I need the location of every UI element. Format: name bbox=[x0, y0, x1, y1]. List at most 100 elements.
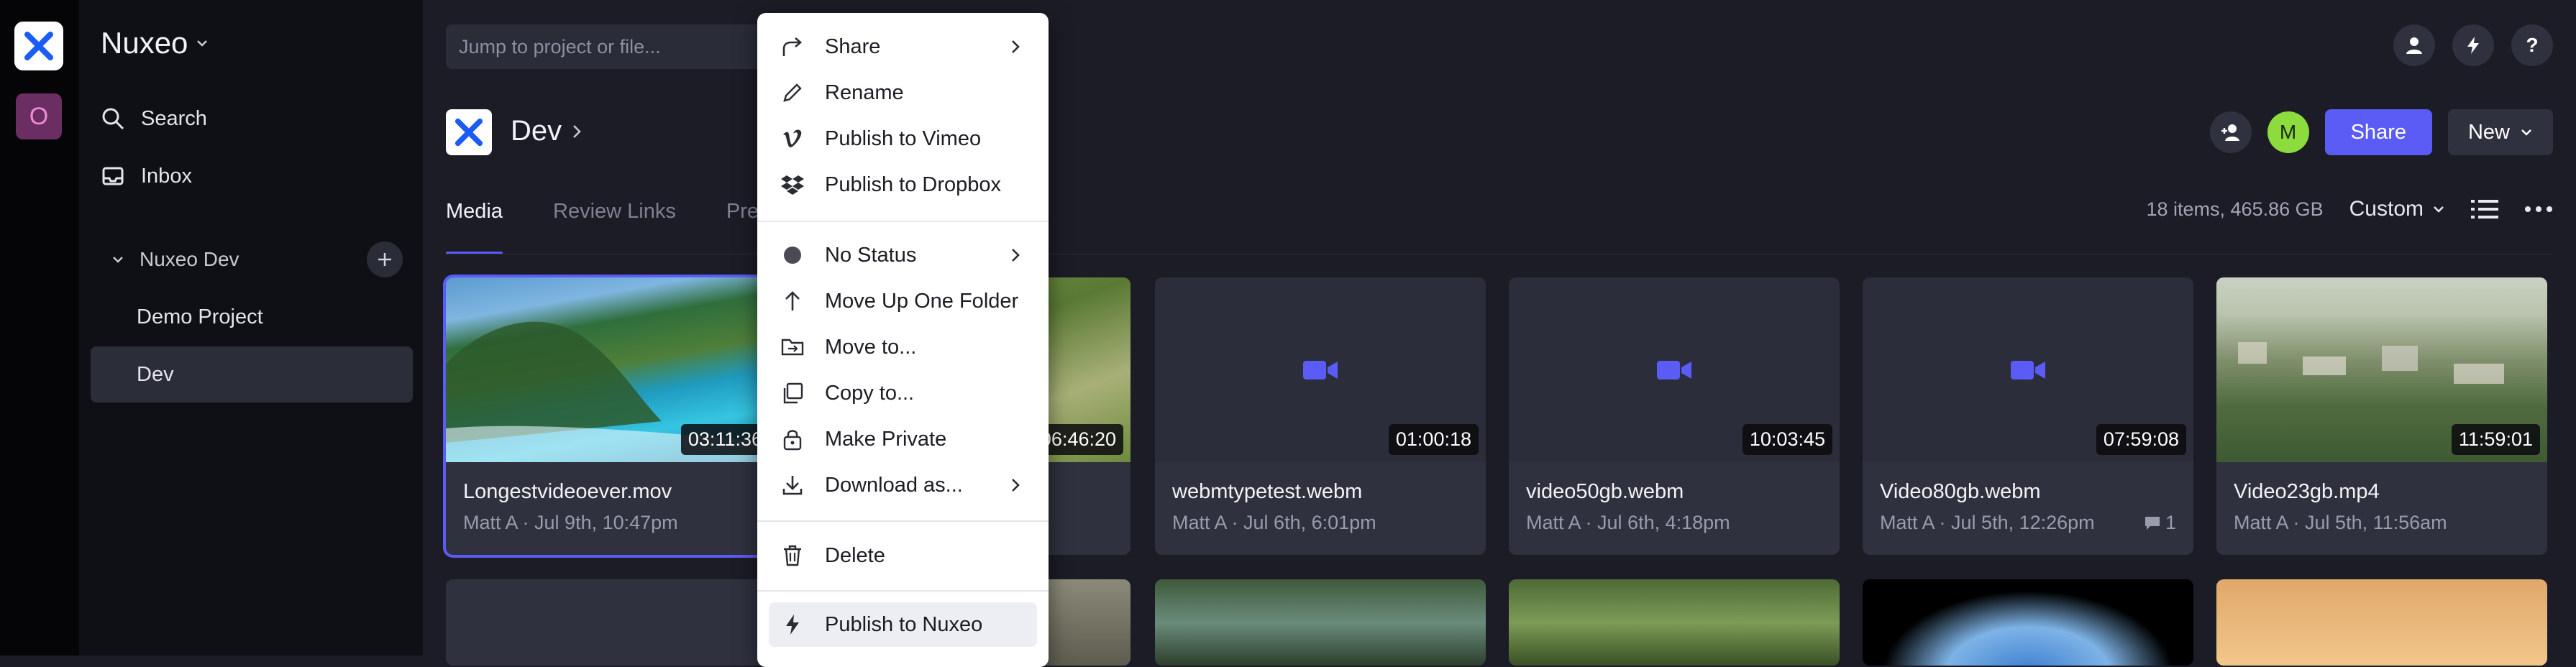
asset-card[interactable] bbox=[446, 579, 777, 666]
duration-badge: 11:59:01 bbox=[2451, 424, 2540, 455]
sort-label: Custom bbox=[2349, 197, 2424, 221]
project-breadcrumb[interactable]: Dev bbox=[511, 115, 583, 147]
pencil-icon bbox=[780, 80, 805, 105]
duration-badge: 07:59:08 bbox=[2096, 424, 2186, 455]
tab-media[interactable]: Media bbox=[446, 200, 503, 254]
menu-item-move-up[interactable]: Move Up One Folder bbox=[769, 279, 1037, 323]
status-dot-icon bbox=[780, 243, 805, 267]
sidebar-inbox-label: Inbox bbox=[141, 164, 192, 188]
asset-card[interactable] bbox=[2216, 579, 2547, 666]
more-options-icon[interactable] bbox=[2524, 206, 2553, 213]
menu-divider bbox=[757, 221, 1049, 222]
menu-divider bbox=[757, 590, 1049, 592]
chevron-down-icon bbox=[113, 257, 123, 263]
user-avatar[interactable]: M bbox=[2267, 111, 2309, 153]
search-icon bbox=[102, 108, 124, 130]
menu-item-label: Publish to Nuxeo bbox=[825, 612, 983, 636]
add-project-button[interactable] bbox=[367, 242, 403, 277]
main-area: Jump to project or file... ? Dev M Share… bbox=[423, 0, 2576, 666]
menu-item-publish-dropbox[interactable]: Publish to Dropbox bbox=[769, 162, 1037, 207]
comment-icon bbox=[2145, 516, 2160, 530]
menu-item-publish-nuxeo[interactable]: Publish to Nuxeo bbox=[769, 602, 1037, 647]
menu-divider bbox=[757, 520, 1049, 522]
share-button[interactable]: Share bbox=[2324, 109, 2432, 155]
tab-bar: Media Review Links Prese bbox=[446, 200, 781, 254]
menu-item-label: Move to... bbox=[825, 335, 917, 359]
menu-item-publish-vimeo[interactable]: Publish to Vimeo bbox=[769, 116, 1037, 161]
video-camera-icon bbox=[2011, 360, 2045, 380]
profile-icon[interactable] bbox=[2393, 24, 2435, 66]
menu-item-status[interactable]: No Status bbox=[769, 233, 1037, 277]
help-icon[interactable]: ? bbox=[2511, 24, 2553, 66]
chevron-down-icon bbox=[2521, 129, 2531, 136]
asset-title: Longestvideoever.mov bbox=[463, 480, 672, 503]
vimeo-icon bbox=[780, 126, 805, 151]
asset-title: Video80gb.webm bbox=[1880, 480, 2041, 503]
copy-icon bbox=[780, 381, 805, 405]
asset-card[interactable] bbox=[1863, 579, 2193, 666]
bolt-icon bbox=[780, 612, 805, 637]
sidebar-item-dev[interactable]: Dev bbox=[91, 346, 413, 402]
asset-meta: Matt A · Jul 6th, 6:01pm bbox=[1172, 512, 1376, 533]
thumbnail: 07:59:08 bbox=[1863, 277, 2193, 462]
plus-icon bbox=[378, 253, 391, 266]
lock-icon bbox=[780, 427, 805, 451]
asset-meta: Matt A · Jul 9th, 10:47pm bbox=[463, 512, 678, 533]
arrow-up-icon bbox=[780, 289, 805, 313]
menu-item-copy-to[interactable]: Copy to... bbox=[769, 371, 1037, 415]
menu-item-label: Move Up One Folder bbox=[825, 289, 1019, 313]
asset-title: video50gb.webm bbox=[1526, 480, 1684, 503]
workspace-switcher[interactable]: Nuxeo bbox=[101, 26, 209, 60]
asset-card[interactable] bbox=[1509, 579, 1840, 666]
account-rail: O bbox=[0, 0, 79, 656]
menu-item-download[interactable]: Download as... bbox=[769, 463, 1037, 507]
menu-item-rename[interactable]: Rename bbox=[769, 70, 1037, 115]
menu-item-move-to[interactable]: Move to... bbox=[769, 325, 1037, 369]
asset-card[interactable] bbox=[1155, 579, 1486, 666]
menu-item-make-private[interactable]: Make Private bbox=[769, 417, 1037, 461]
thumbnail: 10:03:45 bbox=[1509, 277, 1840, 462]
menu-item-label: Publish to Vimeo bbox=[825, 126, 982, 150]
tab-review-links[interactable]: Review Links bbox=[553, 200, 676, 254]
asset-meta: Matt A · Jul 5th, 11:56am bbox=[2234, 512, 2447, 533]
account-avatar[interactable]: O bbox=[16, 93, 62, 139]
header-actions: M Share New bbox=[2209, 109, 2553, 155]
asset-card[interactable]: 01:00:18 webmtypetest.webm Matt A · Jul … bbox=[1155, 277, 1486, 555]
menu-item-share[interactable]: Share bbox=[769, 24, 1037, 69]
new-button[interactable]: New bbox=[2447, 109, 2553, 155]
asset-card[interactable]: 11:59:01 Video23gb.mp4 Matt A · Jul 5th,… bbox=[2216, 277, 2547, 555]
project-logo bbox=[446, 109, 492, 155]
menu-item-label: Rename bbox=[825, 80, 904, 104]
sort-dropdown[interactable]: Custom bbox=[2349, 197, 2445, 221]
dropbox-icon bbox=[780, 172, 805, 197]
video-camera-icon bbox=[1303, 360, 1338, 380]
sidebar: Nuxeo Search Inbox Nuxeo Dev Demo Projec… bbox=[79, 0, 423, 656]
menu-item-label: Make Private bbox=[825, 427, 947, 451]
chevron-down-icon bbox=[2434, 206, 2444, 213]
menu-item-label: No Status bbox=[825, 243, 917, 267]
team-name: Nuxeo Dev bbox=[140, 248, 239, 270]
menu-item-delete[interactable]: Delete bbox=[769, 533, 1037, 578]
new-button-label: New bbox=[2467, 120, 2510, 144]
duration-badge: 03:11:36 bbox=[680, 424, 769, 455]
sidebar-inbox[interactable]: Inbox bbox=[101, 164, 192, 188]
menu-item-label: Copy to... bbox=[825, 381, 915, 405]
video-camera-icon bbox=[1657, 360, 1691, 380]
bolt-icon[interactable] bbox=[2452, 24, 2494, 66]
comment-count[interactable]: 1 bbox=[2144, 512, 2176, 534]
sidebar-item-demo-project[interactable]: Demo Project bbox=[91, 289, 413, 345]
asset-meta: Matt A · Jul 5th, 12:26pm bbox=[1880, 512, 2095, 533]
list-view-icon[interactable] bbox=[2471, 198, 2498, 221]
team-section-header[interactable]: Nuxeo Dev bbox=[101, 242, 403, 277]
asset-card[interactable]: 07:59:08 Video80gb.webm Matt A · Jul 5th… bbox=[1863, 277, 2193, 555]
comment-count-value: 1 bbox=[2165, 512, 2176, 533]
app-logo[interactable] bbox=[14, 22, 63, 70]
move-folder-icon bbox=[780, 335, 805, 359]
thumbnail: 03:11:36 bbox=[446, 277, 777, 462]
sidebar-search[interactable]: Search bbox=[101, 106, 207, 131]
add-user-icon[interactable] bbox=[2209, 111, 2252, 153]
menu-item-label: Delete bbox=[825, 543, 885, 567]
jump-search-input[interactable]: Jump to project or file... bbox=[446, 24, 769, 69]
asset-card[interactable]: 10:03:45 video50gb.webm Matt A · Jul 6th… bbox=[1509, 277, 1840, 555]
asset-card[interactable]: 03:11:36 Longestvideoever.mov Matt A · J… bbox=[446, 277, 777, 555]
